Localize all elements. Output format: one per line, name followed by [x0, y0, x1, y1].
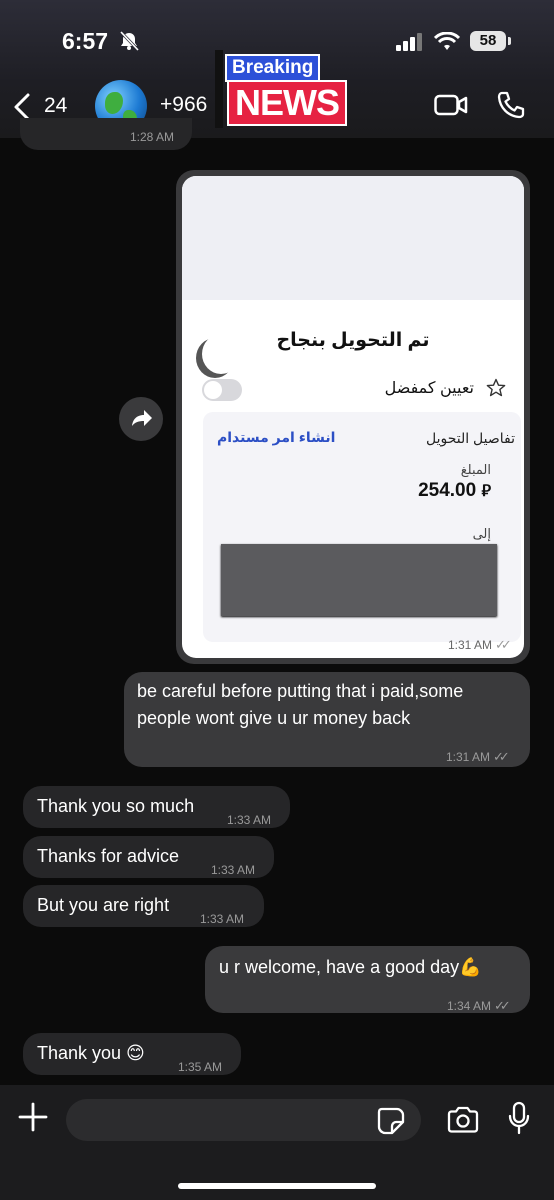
overlay-bar	[215, 50, 223, 128]
message-bubble[interactable]: u r welcome, have a good day💪 1:34 AM ✓✓	[205, 946, 530, 1013]
toggle-knob	[204, 381, 222, 399]
message-time: 1:35 AM	[178, 1060, 223, 1074]
recipient-label: إلى	[472, 526, 491, 541]
message-time: 1:33 AM	[200, 912, 245, 926]
currency-symbol: ⃁	[481, 483, 491, 500]
read-ticks: ✓✓	[495, 637, 512, 652]
message-bubble[interactable]: Thank you 😊 1:35 AM	[23, 1033, 241, 1075]
message-text: u r welcome, have a good day💪	[219, 957, 482, 977]
crescent-moon-icon	[202, 334, 240, 374]
message-time: 1:31 AM ✓✓	[446, 743, 510, 771]
unread-count[interactable]: 24	[44, 94, 67, 118]
reuse-link: انشاء امر مستدام	[217, 429, 336, 445]
message-input[interactable]	[66, 1099, 421, 1141]
screenshot-top-area	[182, 176, 524, 300]
message-bubble[interactable]: Thanks for advice 1:33 AM	[23, 836, 274, 878]
camera-icon[interactable]	[446, 1106, 480, 1134]
message-bubble[interactable]: But you are right 1:33 AM	[23, 885, 264, 927]
avatar-land	[105, 92, 123, 114]
transfer-screenshot[interactable]: تم التحويل بنجاح تعيين كمفضل تفاصيل التح…	[182, 176, 524, 658]
signal-icon	[396, 33, 422, 51]
transfer-details-card: تفاصيل التحويل انشاء امر مستدام المبلغ 2…	[203, 412, 521, 642]
message-time: 1:33 AM	[227, 813, 272, 827]
overlay-top-text: Breaking	[225, 54, 321, 82]
battery-indicator: 58	[470, 31, 506, 51]
video-call-icon[interactable]	[434, 93, 468, 117]
phone-icon[interactable]	[496, 90, 526, 120]
message-time: 1:31 AM ✓✓	[448, 637, 512, 653]
amount-label: المبلغ	[460, 462, 491, 477]
bell-slash-icon	[119, 30, 140, 52]
read-ticks: ✓✓	[493, 749, 510, 764]
favorite-label: تعيين كمفضل	[384, 380, 474, 397]
star-icon	[486, 378, 506, 397]
contact-name[interactable]: +966	[160, 93, 207, 117]
home-indicator[interactable]	[178, 1183, 376, 1189]
message-text: be careful before putting that i paid,so…	[137, 681, 464, 728]
plus-icon[interactable]	[18, 1102, 48, 1132]
wifi-icon	[434, 32, 460, 50]
sticker-icon[interactable]	[377, 1107, 405, 1135]
message-text: Thanks for advice	[37, 846, 180, 866]
message-time-text: 1:34 AM	[447, 999, 492, 1013]
amount-number: 254.00	[418, 480, 477, 501]
image-time-text: 1:31 AM	[448, 638, 493, 652]
message-bubble[interactable]: Thank you so much 1:33 AM	[23, 786, 290, 828]
redacted-recipient	[221, 544, 497, 616]
details-label: تفاصيل التحويل	[426, 430, 515, 446]
message-text: But you are right	[37, 895, 170, 915]
message-time: 1:34 AM ✓✓	[447, 992, 511, 1020]
mic-icon[interactable]	[507, 1101, 531, 1137]
share-icon	[132, 410, 152, 426]
battery-tip	[508, 37, 511, 45]
overlay-bottom-text: NEWS	[227, 80, 347, 126]
message-time: 1:33 AM	[211, 863, 256, 877]
share-button[interactable]	[119, 397, 163, 441]
message-bubble[interactable]: be careful before putting that i paid,so…	[124, 672, 530, 767]
message-text: Thank you 😊	[37, 1043, 145, 1063]
read-ticks: ✓✓	[494, 998, 511, 1013]
message-time-text: 1:31 AM	[446, 750, 491, 764]
message-text: Thank you so much	[37, 796, 195, 816]
favorite-toggle	[202, 379, 242, 401]
breaking-news-overlay: Breaking NEWS	[215, 50, 361, 128]
message-time: 1:28 AM	[130, 130, 175, 144]
amount-value: 254.00 ⃁	[418, 480, 491, 502]
status-time: 6:57	[62, 28, 109, 54]
